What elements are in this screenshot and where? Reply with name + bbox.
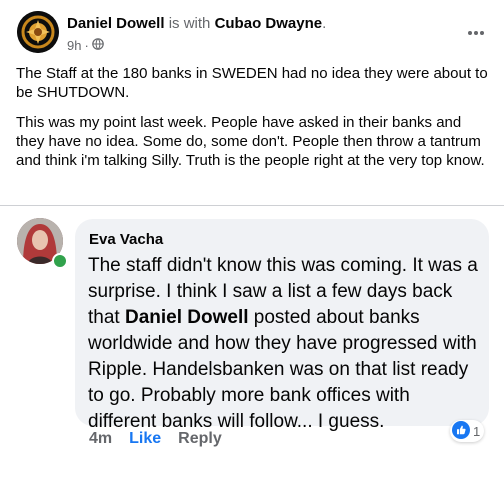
comment-time[interactable]: 4m bbox=[89, 430, 112, 448]
author-avatar[interactable] bbox=[17, 11, 59, 53]
post-text: The Staff at the 180 banks in SWEDEN had… bbox=[16, 64, 492, 181]
post-paragraph: The Staff at the 180 banks in SWEDEN had… bbox=[16, 65, 488, 101]
post-card: Daniel Dowell is with Cubao Dwayne. 9h ·… bbox=[0, 0, 504, 205]
post-meta: 9h · bbox=[67, 38, 104, 53]
mentioned-user[interactable]: Daniel Dowell bbox=[125, 307, 249, 328]
tagged-suffix: . bbox=[322, 15, 327, 32]
post-paragraph: This was my point last week. People have… bbox=[16, 114, 485, 169]
comments-section: Eva Vacha The staff didn't know this was… bbox=[0, 205, 504, 477]
post-header: Daniel Dowell is with Cubao Dwayne. bbox=[67, 15, 326, 32]
tagged-name[interactable]: Cubao Dwayne bbox=[215, 15, 323, 32]
like-icon bbox=[452, 420, 470, 442]
commenter-name[interactable]: Eva Vacha bbox=[89, 231, 163, 248]
comment-actions: 4m Like Reply bbox=[89, 430, 222, 448]
comment-bubble: Eva Vacha The staff didn't know this was… bbox=[75, 219, 489, 432]
author-name[interactable]: Daniel Dowell bbox=[67, 15, 165, 32]
more-options-button[interactable] bbox=[462, 22, 490, 42]
more-horizontal-icon bbox=[467, 23, 485, 41]
meta-separator: · bbox=[84, 38, 89, 53]
comment-text: The staff didn't know this was coming. I… bbox=[88, 253, 480, 435]
with-text: is with bbox=[168, 15, 211, 32]
online-status-indicator bbox=[52, 253, 68, 269]
reaction-count: 1 bbox=[473, 423, 481, 439]
post-time[interactable]: 9h bbox=[67, 38, 81, 53]
like-button[interactable]: Like bbox=[129, 430, 161, 448]
reaction-summary[interactable]: 1 bbox=[450, 420, 485, 442]
reply-button[interactable]: Reply bbox=[178, 430, 222, 448]
globe-icon bbox=[92, 38, 104, 53]
